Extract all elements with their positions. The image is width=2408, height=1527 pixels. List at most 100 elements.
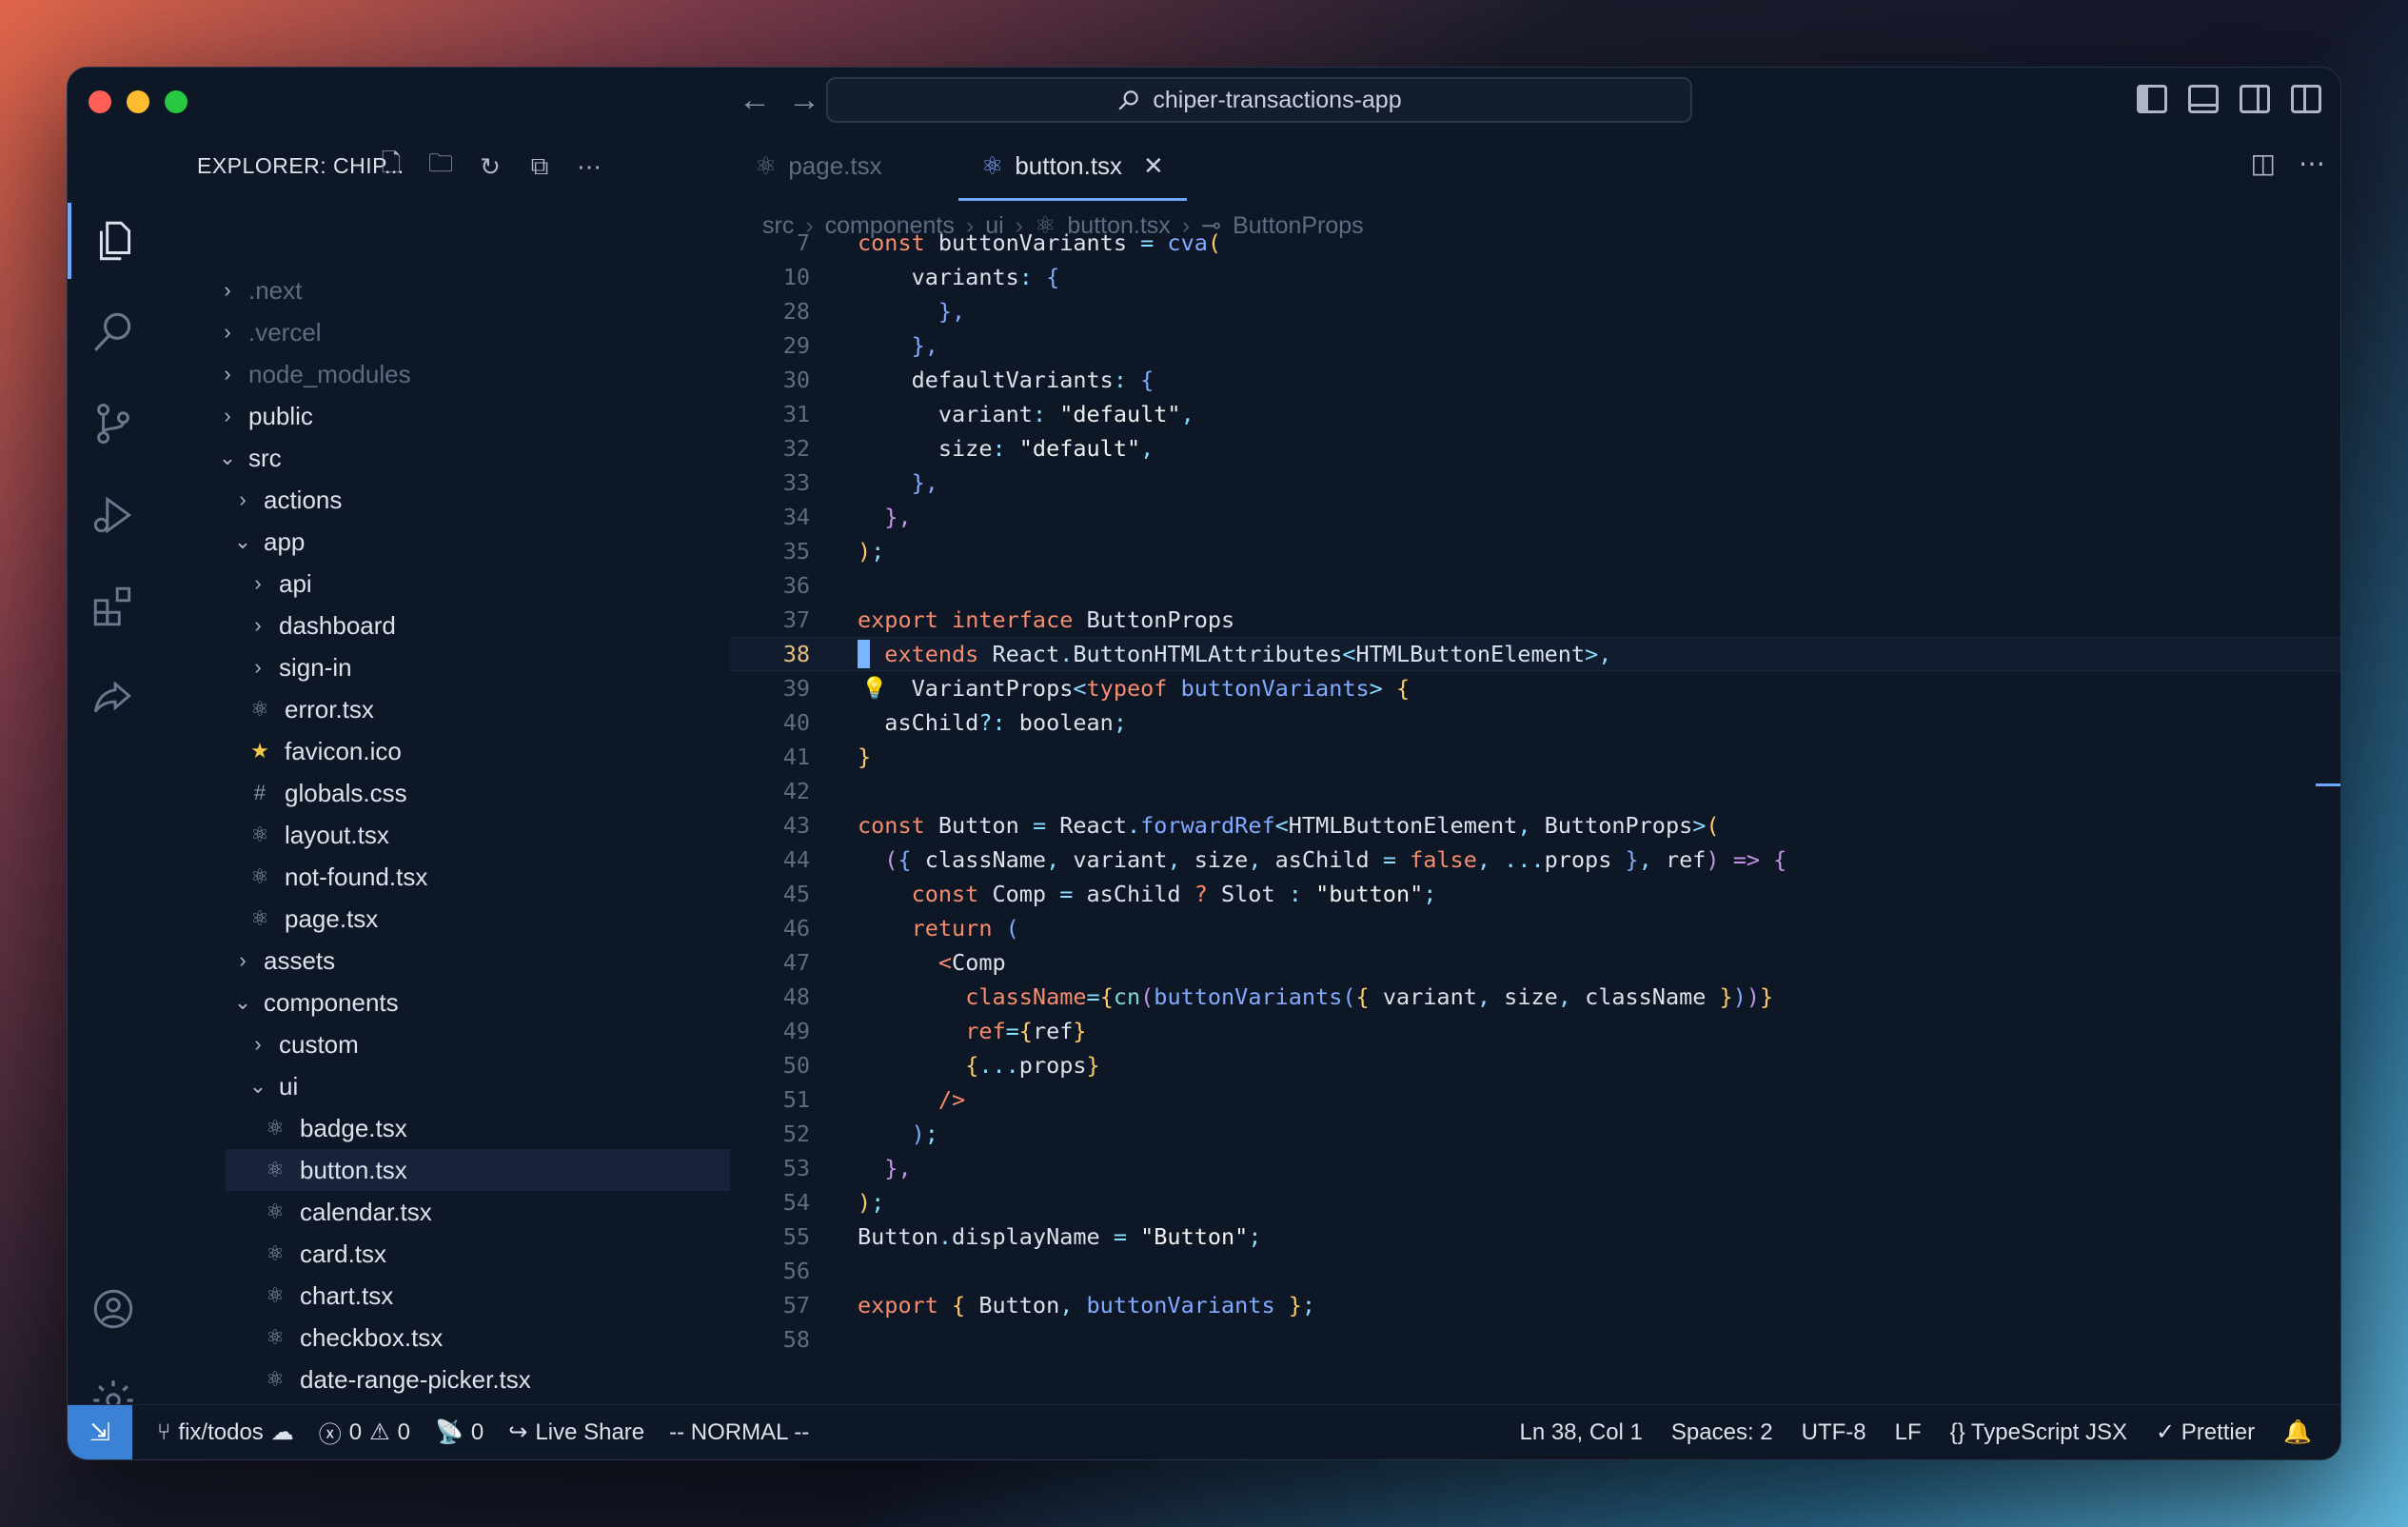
live-share-icon[interactable] — [68, 660, 159, 736]
back-arrow-icon[interactable]: ← — [736, 81, 774, 119]
activity-bar — [68, 134, 159, 1420]
tree-file[interactable]: ⚛ error.tsx — [159, 688, 730, 730]
tree-file[interactable]: ⚛ card.tsx — [159, 1233, 730, 1275]
warning-icon: ⚠ — [369, 1419, 390, 1445]
remote-indicator-icon[interactable]: ⇲ — [68, 1405, 132, 1459]
tree-item-label: ui — [279, 1071, 299, 1101]
broadcast-icon: 📡 — [435, 1419, 464, 1445]
ports-count: 0 — [470, 1418, 484, 1445]
ports-indicator[interactable]: 📡 0 — [435, 1418, 484, 1446]
notifications-bell-icon[interactable]: 🔔 — [2283, 1418, 2312, 1446]
tree-file[interactable]: ⚛ badge.tsx — [159, 1107, 730, 1149]
close-window-button[interactable] — [89, 90, 111, 113]
tree-folder[interactable]: › actions — [159, 479, 730, 521]
toggle-primary-sidebar-icon[interactable] — [2137, 85, 2167, 113]
customize-layout-icon[interactable] — [2291, 85, 2321, 113]
more-actions-icon[interactable]: ⋯ — [576, 152, 602, 181]
tree-file[interactable]: ⚛ not-found.tsx — [159, 856, 730, 898]
line-number: 37 — [782, 606, 810, 633]
tree-file[interactable]: ⚛ chart.tsx — [159, 1275, 730, 1317]
tree-folder[interactable]: › node_modules — [159, 353, 730, 395]
code-line: 42 — [730, 774, 2340, 808]
code-line: 52 ); — [730, 1117, 2340, 1151]
live-share-status[interactable]: ↪ Live Share — [508, 1418, 644, 1446]
end-of-line[interactable]: LF — [1895, 1419, 1922, 1446]
extensions-icon[interactable] — [68, 568, 159, 645]
close-tab-icon[interactable]: ✕ — [1143, 151, 1164, 181]
run-debug-icon[interactable] — [68, 477, 159, 553]
tree-file[interactable]: ★ favicon.ico — [159, 730, 730, 772]
tree-file[interactable]: ⚛ date-range-picker.tsx — [159, 1358, 730, 1400]
new-file-icon[interactable]: 🗋 — [378, 149, 405, 180]
code-text: return ( — [911, 915, 1019, 942]
tree-folder[interactable]: ⌄ src — [159, 437, 730, 479]
tree-folder[interactable]: › .vercel — [159, 311, 730, 353]
line-number: 56 — [782, 1258, 810, 1284]
code-line: 51 /> — [730, 1082, 2340, 1117]
tree-folder[interactable]: › .next — [159, 269, 730, 311]
language-mode[interactable]: {} TypeScript JSX — [1950, 1419, 2127, 1446]
tree-folder[interactable]: › public — [159, 395, 730, 437]
minimize-window-button[interactable] — [127, 90, 149, 113]
tree-file[interactable]: ⚛ layout.tsx — [159, 814, 730, 856]
tree-file[interactable]: ⚛ checkbox.tsx — [159, 1317, 730, 1358]
problems-indicator[interactable]: ⓧ 0 ⚠ 0 — [319, 1416, 410, 1449]
encoding[interactable]: UTF-8 — [1802, 1419, 1866, 1446]
code-line: 28 }, — [730, 294, 2340, 328]
code-line: 32 size: "default", — [730, 431, 2340, 466]
tree-folder[interactable]: › api — [159, 563, 730, 605]
collapse-all-icon[interactable]: ⧉ — [526, 151, 553, 180]
toggle-panel-icon[interactable] — [2188, 85, 2219, 113]
tab-page-tsx[interactable]: ⚛ page.tsx — [755, 134, 882, 197]
chevron-right-icon: › — [224, 278, 231, 302]
refresh-icon[interactable]: ↻ — [477, 152, 503, 181]
split-editor-icon[interactable]: ◫ — [2251, 148, 2276, 179]
tree-item-label: node_modules — [248, 359, 411, 388]
new-folder-icon[interactable]: 🗀 — [427, 149, 454, 180]
line-number: 7 — [796, 229, 810, 256]
line-number: 47 — [782, 949, 810, 976]
command-center-search[interactable]: chiper-transactions-app — [826, 77, 1692, 123]
maximize-window-button[interactable] — [165, 90, 188, 113]
indentation[interactable]: Spaces: 2 — [1671, 1419, 1773, 1446]
search-icon[interactable] — [68, 294, 159, 370]
tree-folder[interactable]: › sign-in — [159, 646, 730, 688]
editor-more-icon[interactable]: ⋯ — [2299, 148, 2325, 179]
code-line: 37 export interface ButtonProps — [730, 603, 2340, 637]
tree-folder[interactable]: › dashboard — [159, 605, 730, 646]
scrollbar-position-marker[interactable] — [2316, 783, 2340, 786]
tab-button-tsx[interactable]: ⚛ button.tsx ✕ — [958, 134, 1187, 201]
tree-folder[interactable]: ⌄ components — [159, 982, 730, 1023]
source-control-icon[interactable] — [68, 386, 159, 462]
tree-file[interactable]: ⚛ button.tsx — [226, 1149, 730, 1191]
code-text: ); — [911, 1120, 938, 1147]
toggle-secondary-sidebar-icon[interactable] — [2240, 85, 2270, 113]
tree-folder[interactable]: › custom — [159, 1023, 730, 1065]
code-line: 7 const buttonVariants = cva( — [730, 226, 2340, 260]
forward-arrow-icon[interactable]: → — [785, 81, 823, 119]
formatter[interactable]: ✓ Prettier — [2156, 1418, 2255, 1446]
tree-folder[interactable]: › assets — [159, 940, 730, 982]
react-icon: ⚛ — [250, 864, 269, 888]
tree-item-label: .vercel — [248, 317, 322, 347]
formatter-label: Prettier — [2181, 1419, 2256, 1445]
explorer-icon[interactable] — [68, 203, 159, 279]
chevron-right-icon: › — [254, 1032, 262, 1056]
branch-indicator[interactable]: ⑂ fix/todos ☁ — [157, 1418, 294, 1446]
cursor-position[interactable]: Ln 38, Col 1 — [1519, 1419, 1642, 1446]
tree-file[interactable]: # globals.css — [159, 772, 730, 814]
accounts-icon[interactable] — [68, 1271, 159, 1347]
tree-file[interactable]: ⚛ page.tsx — [159, 898, 730, 940]
tree-item-label: sign-in — [279, 652, 352, 682]
code-text: ); — [858, 538, 885, 565]
code-line: 30 defaultVariants: { — [730, 363, 2340, 397]
line-number: 49 — [782, 1018, 810, 1044]
code-text: const Button = React.forwardRef<HTMLButt… — [858, 812, 1720, 839]
line-number: 39 — [782, 675, 810, 702]
tree-file[interactable]: ⚛ calendar.tsx — [159, 1191, 730, 1233]
code-line: 41} — [730, 740, 2340, 774]
tree-folder[interactable]: ⌄ ui — [159, 1065, 730, 1107]
tree-folder[interactable]: ⌄ app — [159, 521, 730, 563]
vim-mode-label: -- NORMAL -- — [669, 1418, 810, 1445]
language-label: TypeScript JSX — [1970, 1418, 2127, 1445]
